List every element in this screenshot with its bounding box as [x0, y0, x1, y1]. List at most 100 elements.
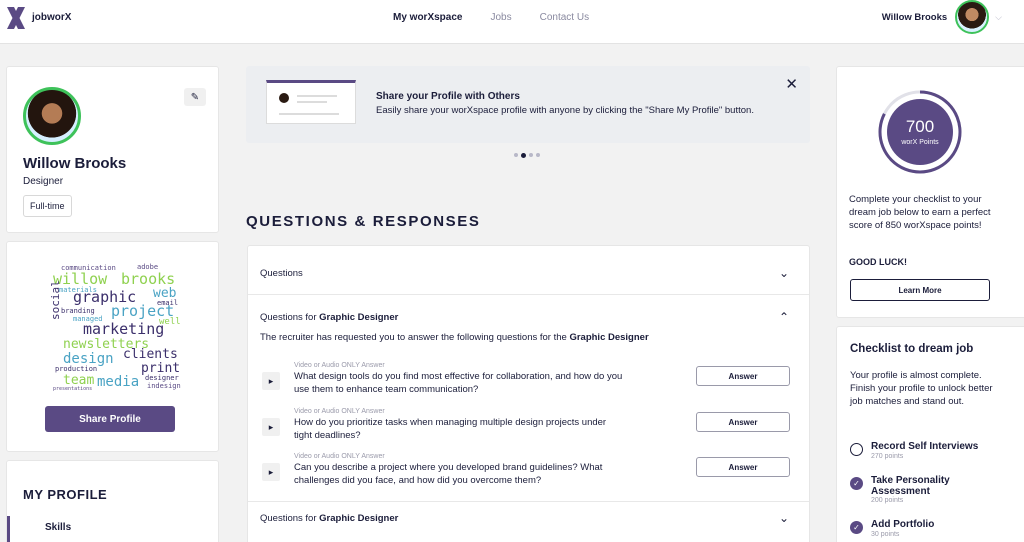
nav-jobs[interactable]: Jobs	[490, 12, 511, 23]
carousel-dot-active[interactable]	[521, 152, 526, 158]
user-avatar[interactable]	[955, 0, 990, 34]
question-type: Video or Audio ONLY Answer	[294, 453, 385, 460]
user-menu[interactable]: Willow Brooks ⌵	[882, 0, 1002, 34]
question-text: Can you describe a project where you dev…	[294, 462, 603, 486]
video-audio-icon: ▸	[262, 418, 280, 436]
banner-illustration	[266, 80, 356, 124]
profile-role: Designer	[23, 176, 64, 187]
sidebar-item-skills[interactable]: Skills	[45, 522, 71, 533]
close-icon[interactable]: ✕	[785, 75, 798, 93]
question-type: Video or Audio ONLY Answer	[294, 362, 385, 369]
cloud-word: clients	[123, 347, 178, 362]
section-title: QUESTIONS & RESPONSES	[246, 213, 481, 230]
score-description: Complete your checklist to your dream jo…	[849, 194, 991, 231]
cloud-word: well	[159, 317, 181, 327]
carousel-dot[interactable]	[514, 153, 518, 157]
checklist-item-points: 270 points	[871, 453, 904, 460]
share-profile-banner: Share your Profile with Others Easily sh…	[246, 66, 810, 143]
accordion-label: Questions for Graphic Designer	[260, 311, 399, 323]
profile-card: ✎ Willow Brooks Designer Full-time	[6, 66, 219, 233]
check-circle-icon: ✓	[850, 521, 863, 534]
my-profile-title: MY PROFILE	[23, 487, 108, 502]
chevron-down-icon[interactable]: ⌄	[779, 266, 789, 280]
accordion-label: Questions	[260, 267, 303, 279]
checklist-item-label: Take Personality Assessment	[871, 475, 950, 497]
answer-button[interactable]: Answer	[696, 412, 790, 432]
top-navigation-bar: jobworX My worXspace Jobs Contact Us Wil…	[0, 0, 1024, 44]
question-type: Video or Audio ONLY Answer	[294, 408, 385, 415]
profile-avatar	[23, 87, 81, 145]
chevron-up-icon[interactable]: ⌃	[779, 310, 789, 324]
jobworx-logo-icon	[7, 7, 25, 29]
accordion-questions[interactable]: Questions ⌄	[260, 266, 789, 280]
video-audio-icon: ▸	[262, 463, 280, 481]
nav-my-workspace[interactable]: My worXspace	[393, 12, 462, 23]
learn-more-button[interactable]: Learn More	[850, 279, 990, 301]
question-item: ▸ Video or Audio ONLY Answer Can you des…	[260, 453, 800, 493]
user-name: Willow Brooks	[881, 11, 948, 23]
cloud-word: designer	[145, 374, 179, 382]
question-item: ▸ Video or Audio ONLY Answer How do you …	[260, 408, 800, 448]
checklist-description: Your profile is almost complete. Finish …	[850, 370, 993, 407]
thumbnail-line	[297, 101, 327, 103]
active-indicator	[7, 516, 10, 542]
cloud-word: materials	[59, 286, 97, 294]
cloud-word: social	[49, 280, 62, 320]
banner-text: Easily share your worXspace profile with…	[376, 105, 754, 116]
carousel-dot[interactable]	[536, 153, 540, 157]
pencil-icon: ✎	[190, 91, 200, 103]
word-cloud-card: communication adobe willow brooks graphi…	[6, 241, 219, 452]
thumbnail-line	[297, 95, 337, 97]
employment-type-badge: Full-time	[23, 195, 72, 217]
checklist-item-points: 30 points	[871, 531, 900, 538]
brand-logo[interactable]: jobworX	[6, 6, 71, 30]
banner-title: Share your Profile with Others	[376, 91, 520, 102]
unchecked-circle-icon	[850, 443, 863, 456]
cloud-word: brooks	[121, 270, 176, 288]
cloud-word: marketing	[83, 320, 165, 338]
checklist-item-label: Record Self Interviews	[871, 441, 979, 452]
chevron-down-icon[interactable]: ⌵	[995, 12, 1002, 23]
answer-button[interactable]: Answer	[696, 366, 790, 386]
brand-name: jobworX	[32, 11, 72, 23]
divider	[248, 294, 809, 295]
answer-button[interactable]: Answer	[696, 457, 790, 477]
accordion-label: Questions for Graphic Designer	[260, 512, 399, 524]
cloud-word: presentations	[53, 386, 93, 392]
edit-profile-button[interactable]: ✎	[184, 88, 206, 106]
carousel-dots	[514, 152, 540, 158]
question-item: ▸ Video or Audio ONLY Answer What design…	[260, 362, 800, 402]
profile-name: Willow Brooks	[23, 155, 127, 172]
checklist-title: Checklist to dream job	[850, 343, 974, 355]
question-text: How do you prioritize tasks when managin…	[294, 417, 607, 441]
questions-card: Questions ⌄ Questions for Graphic Design…	[247, 245, 810, 542]
cloud-word: media	[97, 374, 140, 390]
main-nav: My worXspace Jobs Contact Us	[393, 12, 589, 23]
checklist-item-label: Add Portfolio	[871, 519, 935, 530]
chevron-down-icon[interactable]: ⌄	[779, 511, 789, 525]
score-value: 700	[906, 117, 934, 136]
score-ring: 700 worX Points	[878, 90, 962, 174]
thumbnail-avatar	[279, 93, 289, 103]
share-profile-button[interactable]: Share Profile	[45, 406, 175, 432]
checklist-card: Checklist to dream job Your profile is a…	[836, 326, 1024, 542]
good-luck-text: GOOD LUCK!	[849, 257, 907, 267]
check-circle-icon: ✓	[850, 477, 863, 490]
cloud-word: production	[55, 365, 98, 373]
carousel-dot[interactable]	[529, 153, 533, 157]
cloud-word: branding	[61, 307, 95, 315]
nav-contact-us[interactable]: Contact Us	[540, 12, 589, 23]
accordion-graphic-designer[interactable]: Questions for Graphic Designer ⌄	[260, 511, 789, 525]
skills-word-cloud: communication adobe willow brooks graphi…	[49, 262, 183, 394]
score-card: 700 worX Points Complete your checklist …	[836, 66, 1024, 318]
cloud-word: indesign	[147, 382, 181, 390]
question-text: What design tools do you find most effec…	[294, 371, 623, 395]
accordion-graphic-designer-open[interactable]: Questions for Graphic Designer ⌃	[260, 310, 789, 324]
video-audio-icon: ▸	[262, 372, 280, 390]
my-profile-card: MY PROFILE Skills	[6, 460, 219, 542]
divider	[248, 501, 809, 502]
cloud-word: design	[63, 351, 114, 367]
thumbnail-line	[279, 113, 339, 115]
request-text: The recruiter has requested you to answe…	[260, 332, 649, 343]
score-label: worX Points	[900, 139, 939, 146]
